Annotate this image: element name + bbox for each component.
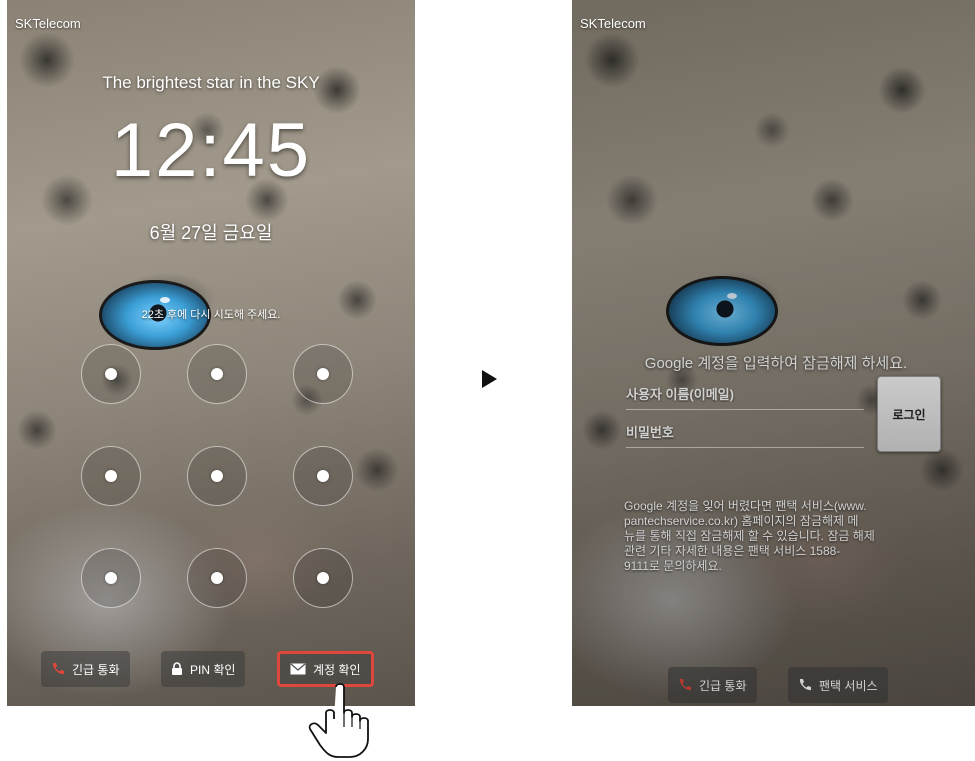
emergency-call-label: 긴급 통화 xyxy=(699,678,747,693)
lockscreen-tagline: The brightest star in the SKY xyxy=(102,73,320,92)
wallpaper-leopard-eye xyxy=(666,276,778,346)
pattern-lock-screen: SKTelecom The brightest star in the SKY … xyxy=(7,0,415,706)
pattern-dot[interactable] xyxy=(293,548,353,608)
pattern-dot[interactable] xyxy=(81,344,141,404)
account-confirm-button[interactable]: 계정 확인 xyxy=(277,651,374,687)
pattern-dot[interactable] xyxy=(81,548,141,608)
emergency-call-label: 긴급 통화 xyxy=(72,662,120,677)
clock-date: 6월 27일 금요일 xyxy=(149,223,273,243)
account-confirm-label: 계정 확인 xyxy=(313,662,361,677)
help-text: Google 계정을 잊어 버렸다면 팬택 서비스(www. pantechse… xyxy=(624,499,875,573)
phone-icon xyxy=(679,679,691,691)
phone-icon xyxy=(52,663,64,675)
envelope-icon xyxy=(290,663,306,675)
lockscreen-bottom-bar: 긴급 통화 PIN 확인 계정 확인 xyxy=(7,651,415,687)
pattern-grid[interactable] xyxy=(81,344,353,608)
username-input[interactable] xyxy=(626,387,864,402)
pattern-dot[interactable] xyxy=(187,548,247,608)
pattern-dot[interactable] xyxy=(187,446,247,506)
carrier-label: SKTelecom xyxy=(15,16,81,31)
pantech-service-button[interactable]: 팬택 서비스 xyxy=(788,667,888,703)
right-arrow-icon xyxy=(482,370,497,388)
username-field[interactable] xyxy=(626,380,864,410)
clock-time: 12:45 xyxy=(110,108,312,193)
pattern-dot[interactable] xyxy=(187,344,247,404)
carrier-label: SKTelecom xyxy=(580,16,646,31)
hand-pointer-icon xyxy=(308,683,369,758)
pattern-dot[interactable] xyxy=(293,344,353,404)
password-input[interactable] xyxy=(626,425,864,440)
phone-icon xyxy=(799,679,811,691)
pin-confirm-label: PIN 확인 xyxy=(190,662,236,677)
lock-icon xyxy=(172,662,182,675)
account-unlock-screen: SKTelecom Google 계정을 입력하여 잠금해제 하세요. 로그인 … xyxy=(572,0,975,706)
pattern-dot[interactable] xyxy=(81,446,141,506)
pin-confirm-button[interactable]: PIN 확인 xyxy=(161,651,246,687)
login-button[interactable]: 로그인 xyxy=(877,376,941,452)
pattern-dot[interactable] xyxy=(293,446,353,506)
pantech-service-label: 팬택 서비스 xyxy=(819,678,878,693)
login-prompt: Google 계정을 입력하여 잠금해제 하세요. xyxy=(644,355,908,372)
retry-message: 22초 후에 다시 시도해 주세요. xyxy=(141,309,281,321)
password-field[interactable] xyxy=(626,418,864,448)
unlock-bottom-bar: 긴급 통화 팬택 서비스 xyxy=(572,667,975,703)
emergency-call-button[interactable]: 긴급 통화 xyxy=(668,667,757,703)
emergency-call-button[interactable]: 긴급 통화 xyxy=(41,651,130,687)
